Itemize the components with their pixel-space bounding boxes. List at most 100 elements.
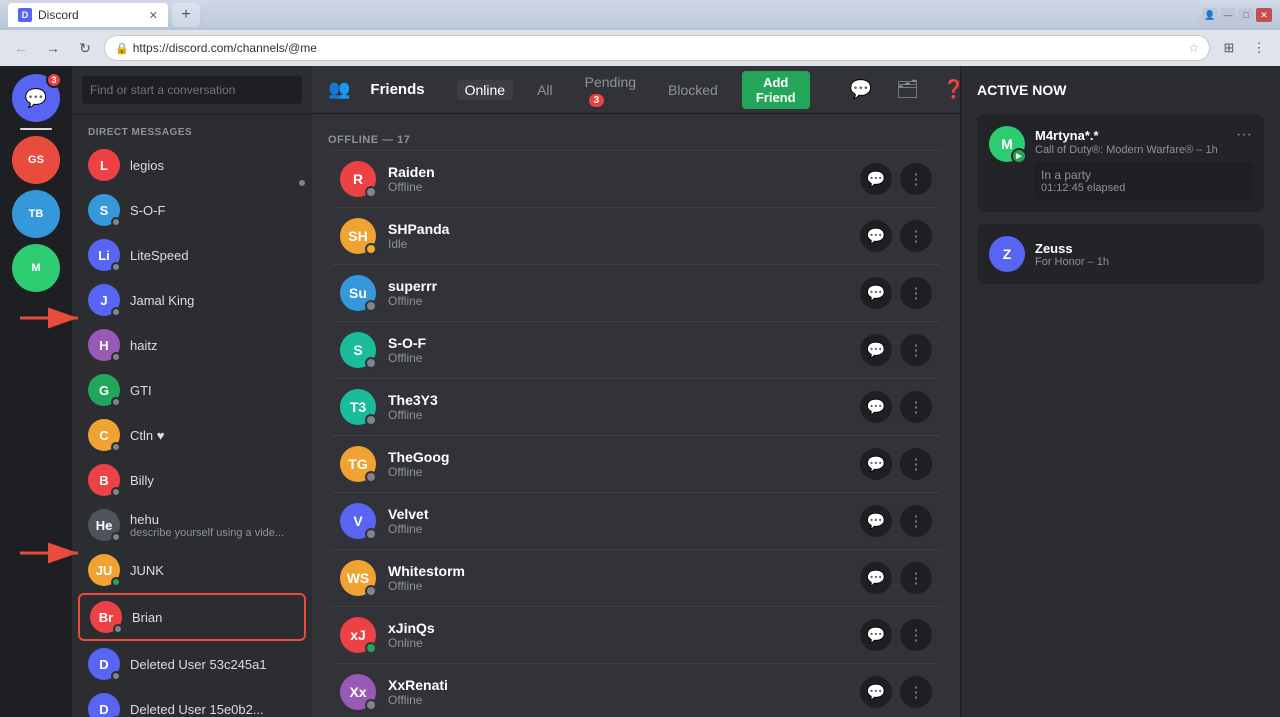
friend-actions-velvet: 💬 ⋮ [860, 505, 932, 537]
friend-actions-superrr: 💬 ⋮ [860, 277, 932, 309]
dm-item-ctln[interactable]: C Ctln ♥ [78, 413, 306, 457]
friend-message-button-thegoog[interactable]: 💬 [860, 448, 892, 480]
friend-message-button-xjinqs[interactable]: 💬 [860, 619, 892, 651]
maximize-button[interactable]: □ [1238, 8, 1254, 22]
dm-avatar-hehu: He [88, 509, 120, 541]
friend-status-velvet: Offline [388, 522, 860, 536]
add-friend-button[interactable]: Add Friend [742, 71, 810, 109]
friend-more-button-sof[interactable]: ⋮ [900, 334, 932, 366]
friend-status-dot-sof [365, 357, 377, 369]
tab-all[interactable]: All [529, 80, 561, 100]
friend-message-button-xxrenati[interactable]: 💬 [860, 676, 892, 708]
dm-avatar-deleted2: D [88, 693, 120, 717]
friend-more-button-thegoog[interactable]: ⋮ [900, 448, 932, 480]
server-list-divider [20, 128, 52, 130]
server-icon-3[interactable]: M [12, 244, 60, 292]
friend-name-superrr: superrr [388, 278, 860, 294]
friend-message-button-sof[interactable]: 💬 [860, 334, 892, 366]
dm-item-junk[interactable]: JU JUNK [78, 548, 306, 592]
dm-item-deleted2[interactable]: D Deleted User 15e0b2... [78, 687, 306, 717]
back-button[interactable]: ← [8, 35, 34, 61]
tab-blocked[interactable]: Blocked [660, 80, 726, 100]
address-bar[interactable]: 🔒 https://discord.com/channels/@me ☆ [104, 35, 1210, 61]
friend-name-xxrenati: XxRenati [388, 677, 860, 693]
friend-more-button-xxrenati[interactable]: ⋮ [900, 676, 932, 708]
server-icon-2[interactable]: TB [12, 190, 60, 238]
chrome-menu-icon[interactable]: ⋮ [1246, 35, 1272, 61]
dm-item-brian[interactable]: Br Brian [78, 593, 306, 641]
active-more-m4rtyna[interactable]: ··· [1236, 126, 1252, 144]
tab-pending[interactable]: Pending 3 [577, 72, 644, 108]
dm-item-deleted1[interactable]: D Deleted User 53c245a1 [78, 642, 306, 686]
dm-name-junk: JUNK [130, 563, 296, 578]
discord-app: 💬 3 GS TB M [0, 66, 1280, 717]
friend-more-button-xjinqs[interactable]: ⋮ [900, 619, 932, 651]
new-dm-icon[interactable]: 💬 [850, 79, 872, 100]
friend-more-button-raiden[interactable]: ⋮ [900, 163, 932, 195]
friend-message-button-shpanda[interactable]: 💬 [860, 220, 892, 252]
status-dot-jamalking [111, 307, 121, 317]
url-text: https://discord.com/channels/@me [133, 41, 1185, 55]
friend-message-button-velvet[interactable]: 💬 [860, 505, 892, 537]
friend-item-sof[interactable]: S S-O-F Offline 💬 ⋮ [328, 321, 944, 378]
friend-item-the3y3[interactable]: T3 The3Y3 Offline 💬 ⋮ [328, 378, 944, 435]
friend-item-xjinqs[interactable]: xJ xJinQs Online 💬 ⋮ [328, 606, 944, 663]
friend-more-button-the3y3[interactable]: ⋮ [900, 391, 932, 423]
dm-item-legios[interactable]: L legios [78, 143, 306, 187]
friend-info-xjinqs: xJinQs Online [388, 620, 860, 650]
tab-close-button[interactable]: ✕ [149, 9, 158, 22]
friend-more-button-superrr[interactable]: ⋮ [900, 277, 932, 309]
friend-item-shpanda[interactable]: SH SHPanda Idle 💬 ⋮ [328, 207, 944, 264]
browser-tab[interactable]: D Discord ✕ [8, 3, 168, 27]
friend-more-button-velvet[interactable]: ⋮ [900, 505, 932, 537]
dm-name-jamalking: Jamal King [130, 293, 296, 308]
friend-avatar-wrapper-shpanda: SH [340, 218, 376, 254]
friend-more-button-whitestorm[interactable]: ⋮ [900, 562, 932, 594]
friend-name-raiden: Raiden [388, 164, 860, 180]
extensions-icon[interactable]: ⊞ [1216, 35, 1242, 61]
friend-actions-xjinqs: 💬 ⋮ [860, 619, 932, 651]
dm-item-billy[interactable]: B Billy [78, 458, 306, 502]
dm-avatar-haitz: H [88, 329, 120, 361]
new-tab-button[interactable]: + [172, 3, 200, 27]
friend-item-velvet[interactable]: V Velvet Offline 💬 ⋮ [328, 492, 944, 549]
friend-message-button-superrr[interactable]: 💬 [860, 277, 892, 309]
inbox-icon[interactable]: 🗂 [896, 79, 919, 100]
friends-list: Offline — 17 R Raiden Offline 💬 [312, 114, 960, 717]
bookmark-star-icon[interactable]: ☆ [1188, 41, 1199, 55]
friend-message-button-the3y3[interactable]: 💬 [860, 391, 892, 423]
refresh-button[interactable]: ↻ [72, 35, 98, 61]
browser-frame: D Discord ✕ + 👤 — □ ✕ ← → ↻ 🔒 [0, 0, 1280, 717]
dm-search-input[interactable] [82, 76, 302, 104]
dm-avatar-deleted1: D [88, 648, 120, 680]
dm-name-haitz: haitz [130, 338, 296, 353]
minimize-button[interactable]: — [1220, 8, 1236, 22]
dm-item-jamalking[interactable]: J Jamal King [78, 278, 306, 322]
friend-status-dot-xxrenati [365, 699, 377, 711]
friend-item-whitestorm[interactable]: WS Whitestorm Offline 💬 ⋮ [328, 549, 944, 606]
friend-message-button-whitestorm[interactable]: 💬 [860, 562, 892, 594]
dm-item-sof[interactable]: S S-O-F [78, 188, 306, 232]
friend-status-sof: Offline [388, 351, 860, 365]
friend-info-whitestorm: Whitestorm Offline [388, 563, 860, 593]
friend-more-button-shpanda[interactable]: ⋮ [900, 220, 932, 252]
dm-item-gti[interactable]: G GTI [78, 368, 306, 412]
home-server-icon[interactable]: 💬 3 [12, 74, 60, 122]
dm-item-haitz[interactable]: H haitz [78, 323, 306, 367]
friend-message-button-raiden[interactable]: 💬 [860, 163, 892, 195]
forward-button[interactable]: → [40, 35, 66, 61]
server-icon-1[interactable]: GS [12, 136, 60, 184]
dm-item-hehu[interactable]: He hehu describe yourself using a vide..… [78, 503, 306, 547]
browser-content: 💬 3 GS TB M [0, 66, 1280, 717]
dm-item-litespeed[interactable]: Li LiteSpeed [78, 233, 306, 277]
friend-item-superrr[interactable]: Su superrr Offline 💬 ⋮ [328, 264, 944, 321]
active-now-title: ACTIVE NOW [977, 82, 1264, 98]
active-party-info-m4rtyna: In a party [1041, 168, 1246, 182]
active-party-block-m4rtyna: In a party 01:12:45 elapsed [1035, 162, 1252, 200]
close-button[interactable]: ✕ [1256, 8, 1272, 22]
tab-online[interactable]: Online [457, 80, 513, 100]
friend-item-xxrenati[interactable]: Xx XxRenati Offline 💬 ⋮ [328, 663, 944, 717]
status-dot-ctln [111, 442, 121, 452]
friend-item-thegoog[interactable]: TG TheGoog Offline 💬 ⋮ [328, 435, 944, 492]
friend-item-raiden[interactable]: R Raiden Offline 💬 ⋮ [328, 150, 944, 207]
